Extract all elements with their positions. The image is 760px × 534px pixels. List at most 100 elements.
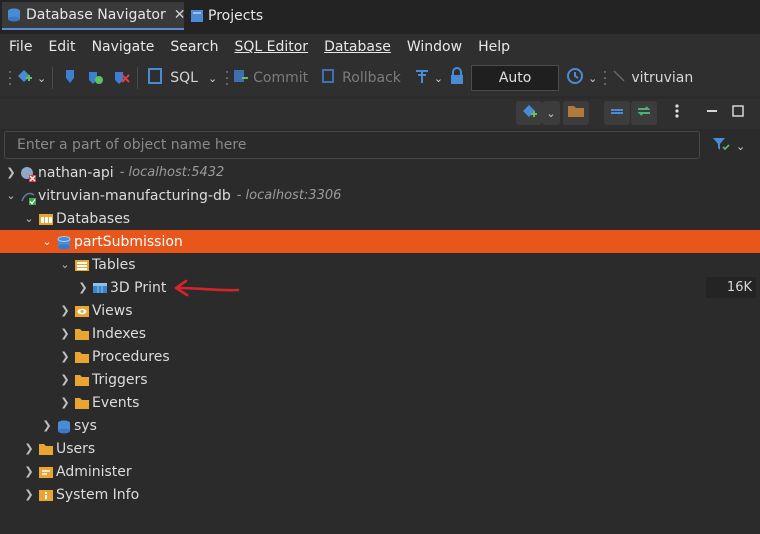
new-connection-dropdown[interactable]: ⌄ (542, 101, 560, 125)
grip-icon (603, 65, 607, 91)
tree-node-label: Tables (92, 256, 136, 273)
disconnect-button[interactable] (111, 65, 131, 91)
history-icon (565, 66, 585, 90)
menu-help[interactable]: Help (470, 34, 518, 60)
expand-chevron-icon[interactable]: ❯ (58, 396, 72, 409)
projects-icon (190, 8, 204, 24)
tree-node-table-3d-print[interactable]: ❯ 3D Print 16K (0, 276, 760, 299)
databases-folder-icon (38, 212, 54, 226)
collapse-chevron-icon[interactable]: ⌄ (40, 235, 54, 248)
rollback-button[interactable]: Rollback (320, 65, 401, 91)
expand-chevron-icon[interactable]: ❯ (4, 166, 18, 179)
commit-button[interactable]: Commit (231, 65, 308, 91)
active-connection-label: vitruvian (631, 70, 694, 86)
mysql-connection-icon (20, 189, 36, 205)
maximize-button[interactable] (728, 101, 748, 125)
expand-chevron-icon[interactable]: ❯ (76, 281, 90, 294)
new-connection-button[interactable]: ⌄ (14, 65, 46, 91)
tree-node-label: partSubmission (74, 233, 183, 250)
reconnect-icon (85, 66, 105, 90)
folder-icon (74, 396, 90, 410)
menu-search[interactable]: Search (162, 34, 226, 60)
reconnect-button[interactable] (85, 65, 105, 91)
toolbar-divider (137, 67, 139, 89)
tree-node-indexes[interactable]: ❯ Indexes (0, 322, 760, 345)
menu-window[interactable]: Window (399, 34, 470, 60)
commit-icon (231, 66, 249, 90)
table-size-badge: 16K (706, 277, 756, 298)
transaction-mode-icon (413, 66, 431, 90)
link-with-editor-button[interactable] (631, 101, 657, 125)
menu-sql-editor-label: SQL Editor (234, 39, 309, 55)
chevron-down-icon: ⌄ (736, 139, 746, 153)
filter-settings-button[interactable]: ⌄ (712, 136, 745, 156)
history-button[interactable]: ⌄ (565, 65, 597, 91)
tree-node-connection-vitruvian[interactable]: ⌄ vitruvian-manufacturing-db - localhost… (0, 184, 760, 207)
expand-chevron-icon[interactable]: ❯ (40, 419, 54, 432)
menu-file[interactable]: File (0, 34, 40, 60)
tab-projects-label: Projects (208, 8, 264, 24)
tree-node-label: Views (92, 302, 133, 319)
tree-node-views[interactable]: ❯ Views (0, 299, 760, 322)
tree-node-schema-sys[interactable]: ❯ sys (0, 414, 760, 437)
main-toolbar: ⌄ SQL ⌄ Commit Rollback ⌄ Auto ⌄ vitruvi… (0, 60, 760, 96)
transaction-mode-select[interactable]: Auto (471, 65, 560, 91)
tree-node-events[interactable]: ❯ Events (0, 391, 760, 414)
tree-node-label: sys (74, 417, 97, 434)
expand-chevron-icon[interactable]: ❯ (58, 304, 72, 317)
connection-icon (611, 66, 627, 90)
collapse-all-button[interactable] (604, 101, 630, 125)
collapse-chevron-icon[interactable]: ⌄ (58, 258, 72, 271)
chevron-down-icon: ⌄ (433, 71, 444, 85)
folder-icon (74, 350, 90, 364)
tree-node-administer[interactable]: ❯ Administer (0, 460, 760, 483)
expand-chevron-icon[interactable]: ❯ (58, 350, 72, 363)
tree-node-users[interactable]: ❯ Users (0, 437, 760, 460)
menu-bar: File Edit Navigate Search SQL Editor Dat… (0, 34, 760, 60)
collapse-icon (609, 103, 625, 123)
new-connection-button[interactable] (516, 101, 542, 125)
menu-edit[interactable]: Edit (40, 34, 83, 60)
close-icon[interactable]: ✕ (174, 7, 186, 23)
collapse-chevron-icon[interactable]: ⌄ (22, 212, 36, 225)
tree-node-databases[interactable]: ⌄ Databases (0, 207, 760, 230)
connection-host: - localhost:3306 (236, 188, 342, 203)
new-folder-button[interactable] (563, 101, 589, 125)
commit-label: Commit (253, 70, 309, 86)
tree-node-label: Events (92, 394, 140, 411)
tree-node-triggers[interactable]: ❯ Triggers (0, 368, 760, 391)
expand-chevron-icon[interactable]: ❯ (22, 488, 36, 501)
minimize-button[interactable] (702, 101, 722, 125)
tab-database-navigator[interactable]: Database Navigator ✕ (2, 2, 186, 30)
object-filter-input[interactable] (4, 131, 700, 159)
tree-node-tables[interactable]: ⌄ Tables (0, 253, 760, 276)
collapse-chevron-icon[interactable]: ⌄ (4, 189, 18, 202)
view-menu-button[interactable] (666, 101, 688, 125)
expand-chevron-icon[interactable]: ❯ (58, 373, 72, 386)
sql-editor-icon (146, 66, 164, 90)
tree-node-system-info[interactable]: ❯ System Info (0, 483, 760, 506)
tree-node-schema-partsubmission[interactable]: ⌄ partSubmission (0, 230, 760, 253)
menu-database[interactable]: Database (316, 34, 399, 60)
connect-button[interactable] (61, 65, 79, 91)
menu-sql-editor[interactable]: SQL Editor (226, 34, 316, 60)
tree-node-connection-nathan-api[interactable]: ❯ nathan-api - localhost:5432 (0, 161, 760, 184)
schema-database-icon (56, 419, 72, 433)
transaction-mode-button[interactable]: ⌄ (413, 65, 443, 91)
schema-database-icon (56, 235, 72, 249)
grip-icon (225, 65, 229, 91)
tree-node-label: Indexes (92, 325, 147, 342)
sql-editor-button[interactable]: SQL ⌄ (146, 65, 217, 91)
active-connection-selector[interactable]: vitruvian (611, 65, 693, 91)
tree-node-procedures[interactable]: ❯ Procedures (0, 345, 760, 368)
filter-icon (712, 136, 730, 156)
expand-chevron-icon[interactable]: ❯ (58, 327, 72, 340)
expand-chevron-icon[interactable]: ❯ (22, 442, 36, 455)
annotation-arrow-icon (174, 279, 240, 297)
expand-chevron-icon[interactable]: ❯ (22, 465, 36, 478)
lock-button[interactable] (449, 65, 465, 91)
menu-navigate[interactable]: Navigate (84, 34, 163, 60)
connection-name: vitruvian-manufacturing-db (38, 187, 231, 204)
tab-projects[interactable]: Projects (188, 2, 263, 30)
menu-database-label: Database (324, 39, 391, 55)
